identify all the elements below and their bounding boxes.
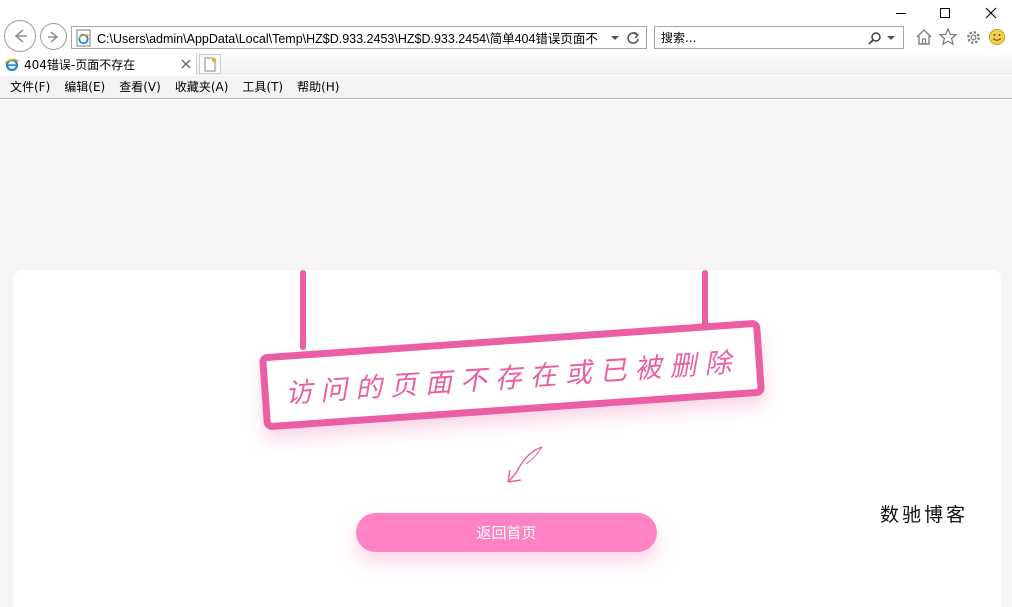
menu-tools[interactable]: 工具(T) [235,77,290,97]
menu-edit[interactable]: 编辑(E) [57,77,112,97]
menu-help[interactable]: 帮助(H) [290,77,346,97]
new-tab-icon [204,57,217,71]
tools-button[interactable] [963,27,983,47]
sign-rope-left [300,270,306,350]
return-home-button[interactable]: 返回首页 [356,513,657,552]
favorites-star-icon [938,27,958,46]
tab-title[interactable]: 404错误-页面不存在 [24,56,180,73]
tab-active[interactable]: 404错误-页面不存在 [0,53,197,75]
dropdown-icon[interactable] [609,32,621,44]
browser-chrome: C:\Users\admin\AppData\Local\Temp\HZ$D.9… [0,0,1012,100]
minimize-button[interactable] [878,0,924,26]
address-text[interactable]: C:\Users\admin\AppData\Local\Temp\HZ$D.9… [93,28,605,47]
tab-bar: 404错误-页面不存在 [0,52,1012,75]
menu-file[interactable]: 文件(F) [3,77,57,97]
brand-logo-text: 数驰博客 [880,504,969,526]
close-icon [985,7,997,19]
forward-icon [47,30,58,43]
error-message: 访问的页面不存在或已被删除 [284,346,741,410]
ie-logo-icon [4,58,20,72]
home-icon [916,29,932,45]
menu-bar: 文件(F) 编辑(E) 查看(V) 收藏夹(A) 工具(T) 帮助(H) [0,76,1012,99]
arrow-down-icon [507,446,543,483]
minimize-icon [896,13,906,14]
search-input[interactable] [655,27,868,48]
smiley-icon [989,29,1005,45]
maximize-button[interactable] [922,0,968,26]
refresh-icon[interactable] [625,30,641,46]
maximize-icon [940,8,950,18]
search-icon[interactable] [868,31,882,45]
ie-page-icon [76,29,91,46]
address-bar[interactable]: C:\Users\admin\AppData\Local\Temp\HZ$D.9… [71,26,647,49]
menu-view[interactable]: 查看(V) [112,77,168,97]
search-box[interactable] [654,26,904,49]
favorites-button[interactable] [938,27,958,47]
gear-icon [966,30,980,44]
forward-button[interactable] [40,23,67,50]
back-button[interactable] [4,20,36,52]
close-button[interactable] [968,0,1012,26]
sign-rope-right [702,270,708,326]
back-icon [14,29,27,43]
search-dropdown-icon[interactable] [885,32,897,44]
menu-favorites[interactable]: 收藏夹(A) [168,77,236,97]
new-tab-button[interactable] [199,54,221,74]
tab-close-icon[interactable] [180,58,192,70]
feedback-button[interactable] [987,27,1007,47]
content-card [13,270,1001,607]
home-button[interactable] [914,27,934,47]
